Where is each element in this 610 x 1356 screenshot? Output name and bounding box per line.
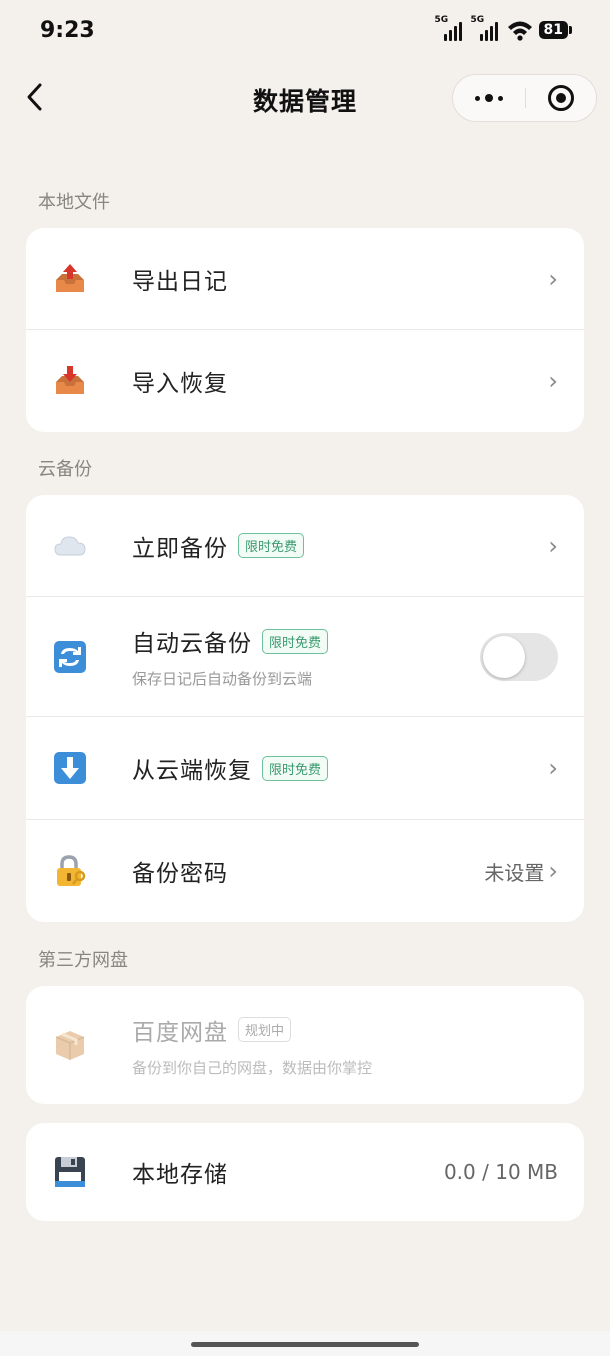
- baidu-pan-label: 百度网盘: [132, 1019, 228, 1046]
- auto-backup-label: 自动云备份: [132, 631, 252, 657]
- local-storage-label: 本地存储: [132, 1162, 228, 1188]
- baidu-pan-description: 备份到你自己的网盘，数据由你掌控: [132, 1058, 373, 1077]
- sync-arrows-icon: [52, 639, 88, 675]
- section-label-local: 本地文件: [38, 192, 110, 213]
- local-storage-card: 本地存储 0.0 / 10 MB: [26, 1123, 584, 1221]
- export-diary-row[interactable]: 导出日记 ›: [26, 228, 584, 330]
- home-indicator[interactable]: [191, 1342, 419, 1347]
- import-restore-row[interactable]: 导入恢复 ›: [26, 330, 584, 432]
- status-time: 9:23: [40, 17, 95, 43]
- free-badge: 限时免费: [238, 533, 305, 558]
- status-bar: 9:23 5G 5G 81: [0, 0, 610, 60]
- status-icons: 5G 5G 81: [435, 15, 572, 41]
- chevron-right-icon: ›: [548, 367, 558, 395]
- nav-bar: 数据管理: [0, 70, 610, 126]
- close-miniprogram-button[interactable]: [526, 75, 596, 121]
- outbox-tray-icon: [52, 261, 88, 297]
- auto-backup-toggle[interactable]: [480, 632, 558, 681]
- backup-now-label: 立即备份: [132, 535, 228, 562]
- battery-level: 81: [538, 21, 568, 39]
- signal-icon: 5G: [435, 15, 465, 41]
- third-party-card: 百度网盘 规划中 备份到你自己的网盘，数据由你掌控: [26, 986, 584, 1104]
- chevron-right-icon: ›: [548, 857, 558, 885]
- free-badge: 限时免费: [262, 628, 329, 654]
- local-storage-row: 本地存储 0.0 / 10 MB: [26, 1123, 584, 1221]
- chevron-right-icon: ›: [548, 754, 558, 782]
- more-button[interactable]: [453, 75, 525, 121]
- network-type-label: 5G: [470, 15, 485, 25]
- package-icon: [52, 1027, 88, 1063]
- auto-backup-description: 保存日记后自动备份到云端: [132, 670, 313, 688]
- export-diary-label: 导出日记: [132, 268, 228, 295]
- planned-badge: 规划中: [238, 1017, 292, 1042]
- local-storage-usage: 0.0 / 10 MB: [443, 1160, 558, 1184]
- section-label-third-party: 第三方网盘: [38, 950, 128, 971]
- cloud-backup-card: 立即备份 限时免费 › 自动云备份 限时免费 保存日记后自动备份到云端 从云端恢…: [26, 495, 584, 922]
- network-type-label: 5G: [434, 15, 449, 25]
- down-arrow-icon: [52, 750, 88, 786]
- miniprogram-capsule: [452, 74, 597, 122]
- cloud-icon: [52, 528, 88, 564]
- chevron-right-icon: ›: [548, 264, 558, 293]
- backup-password-status: 未设置: [484, 860, 545, 885]
- section-label-cloud: 云备份: [38, 459, 92, 480]
- wifi-icon: [507, 21, 532, 41]
- floppy-disk-icon: [52, 1154, 88, 1190]
- import-restore-label: 导入恢复: [132, 371, 228, 397]
- free-badge: 限时免费: [262, 755, 329, 781]
- restore-from-cloud-label: 从云端恢复: [132, 758, 252, 784]
- local-files-card: 导出日记 › 导入恢复 ›: [26, 228, 584, 432]
- auto-backup-row: 自动云备份 限时免费 保存日记后自动备份到云端: [26, 597, 584, 717]
- toggle-knob: [483, 635, 525, 678]
- baidu-pan-row: 百度网盘 规划中 备份到你自己的网盘，数据由你掌控: [26, 986, 584, 1104]
- signal-icon: 5G: [471, 15, 501, 41]
- backup-password-row[interactable]: 备份密码 未设置 ›: [26, 820, 584, 922]
- lock-with-key-icon: [52, 853, 88, 889]
- backup-now-row[interactable]: 立即备份 限时免费 ›: [26, 495, 584, 597]
- chevron-right-icon: ›: [548, 531, 558, 560]
- backup-password-label: 备份密码: [132, 861, 228, 887]
- inbox-tray-icon: [52, 363, 88, 399]
- target-icon: [548, 85, 574, 111]
- restore-from-cloud-row[interactable]: 从云端恢复 限时免费 ›: [26, 717, 584, 820]
- battery-icon: 81: [538, 21, 572, 39]
